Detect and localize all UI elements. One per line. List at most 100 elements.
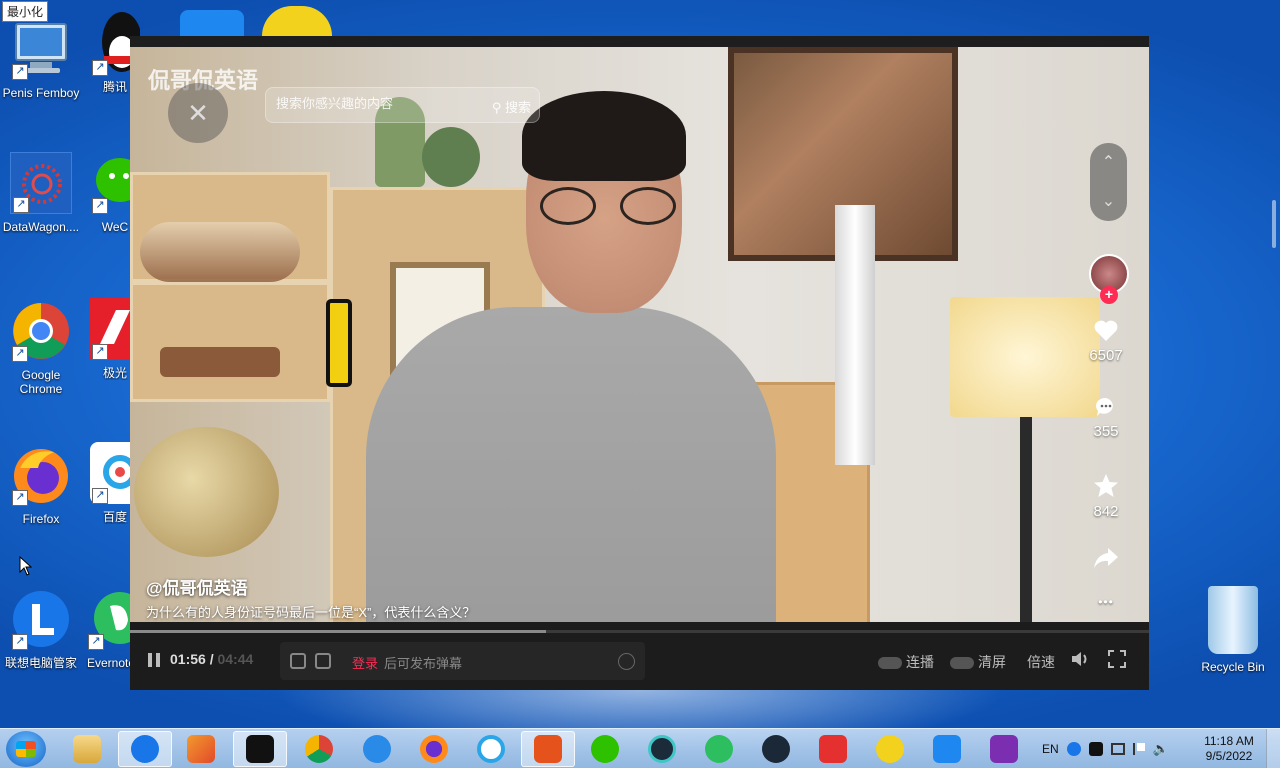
taskbar-evernote[interactable] <box>692 731 746 767</box>
volume-button[interactable] <box>1071 650 1091 671</box>
taskbar-network[interactable] <box>635 731 689 767</box>
feishu-desktop-icon[interactable] <box>180 10 244 36</box>
close-player-button[interactable]: ✕ <box>168 83 228 143</box>
mouse-cursor-icon <box>19 555 33 581</box>
plane-model-decor <box>160 347 280 377</box>
pause-button[interactable] <box>146 652 162 671</box>
time-separator: / <box>209 651 214 667</box>
heart-icon <box>1094 320 1118 341</box>
taskbar-chrome[interactable] <box>292 731 346 767</box>
tray-volume-icon[interactable]: 🔈 <box>1153 741 1169 757</box>
tray-tiktok-icon[interactable] <box>1088 742 1103 756</box>
shortcut-arrow-icon: ↗ <box>13 197 29 213</box>
total-time: 04:44 <box>217 651 254 667</box>
media-player-icon <box>187 735 215 763</box>
like-button[interactable]: 6507 <box>1083 319 1129 364</box>
firefox-icon <box>420 735 448 763</box>
desktop-icon-evernote[interactable]: ↗ Evernote <box>86 588 136 670</box>
taskbar-media-player[interactable] <box>174 731 228 767</box>
danmu-prompt: 后可发布弹幕 <box>384 656 463 671</box>
comment-button[interactable]: 355 <box>1083 395 1129 440</box>
follow-plus-icon[interactable]: + <box>1100 286 1118 304</box>
desktop-icon-datawagon[interactable]: ↗ DataWagon.... <box>2 152 80 234</box>
desktop-icon-lenovo-manager[interactable]: ↗ 联想电脑管家 <box>2 588 80 670</box>
author-name[interactable]: @侃哥侃英语 <box>146 574 248 599</box>
favorite-count: 842 <box>1093 503 1119 520</box>
desktop-icon-chrome[interactable]: ↗ Google Chrome <box>2 300 80 396</box>
volume-icon <box>1072 652 1087 666</box>
danmu-help-icon[interactable] <box>618 653 635 670</box>
desktop-icon-recycle-bin[interactable]: Recycle Bin <box>1196 586 1270 674</box>
person-hair <box>522 91 686 181</box>
desktop-icon-label: DataWagon.... <box>2 220 80 234</box>
desktop-icon-label: Recycle Bin <box>1201 660 1265 674</box>
clear-screen-switch <box>950 657 974 670</box>
more-dots-icon: ••• <box>1098 595 1114 609</box>
comment-count: 355 <box>1093 423 1119 440</box>
taskbar-pdf[interactable] <box>806 731 860 767</box>
fullscreen-button[interactable] <box>1108 650 1126 671</box>
taskbar-lenovo[interactable] <box>118 731 172 767</box>
danmu-login-link[interactable]: 登录 <box>352 653 378 672</box>
playback-speed-button[interactable]: 倍速 <box>1027 652 1055 672</box>
taskbar-steam[interactable] <box>749 731 803 767</box>
taskbar-file-explorer[interactable] <box>60 731 114 767</box>
taskbar-onenote[interactable] <box>977 731 1031 767</box>
taskbar-tiktok[interactable] <box>233 731 287 767</box>
taskbar-qq-music[interactable] <box>863 731 917 767</box>
computer-icon: ↗ <box>10 18 72 80</box>
video-description: 为什么有的人身份证号码最后一位是“X”，代表什么含义？ <box>146 605 476 620</box>
video-frame[interactable]: 侃哥侃英语 ✕ ⚲ 搜索 ⌃ ⌄ + 6507 355 842 <box>130 47 1149 657</box>
share-button[interactable] <box>1083 547 1129 573</box>
windows-logo-icon <box>16 741 36 757</box>
taskbar-feishu[interactable] <box>920 731 974 767</box>
tray-flag-icon[interactable] <box>1132 743 1145 755</box>
danmu-settings-icon[interactable] <box>290 653 306 669</box>
danmu-toggle-icon[interactable] <box>315 653 331 669</box>
more-button[interactable]: ••• <box>1083 595 1129 609</box>
player-title-bar <box>130 36 1149 47</box>
evernote-icon: ↗ <box>86 588 136 650</box>
taskbar-firefox[interactable] <box>407 731 461 767</box>
start-button[interactable] <box>6 731 46 767</box>
language-indicator[interactable]: EN <box>1042 742 1059 756</box>
system-clock[interactable]: 11:18 AM 9/5/2022 <box>1200 734 1258 764</box>
next-video-button[interactable]: ⌄ <box>1090 182 1127 221</box>
tray-network-icon[interactable] <box>1110 743 1125 755</box>
shortcut-arrow-icon: ↗ <box>12 634 28 650</box>
danmu-input-area[interactable]: 登录 后可发布弹幕 <box>280 642 645 680</box>
autoplay-toggle[interactable]: 连播 <box>878 652 934 672</box>
desktop-icon-label: Evernote <box>86 656 136 670</box>
shortcut-arrow-icon: ↗ <box>92 344 108 360</box>
previous-video-button[interactable]: ⌃ <box>1090 143 1127 182</box>
tray-lenovo-icon[interactable] <box>1066 742 1081 756</box>
clear-screen-label: 清屏 <box>978 654 1006 670</box>
network-icon <box>648 735 676 763</box>
clear-screen-toggle[interactable]: 清屏 <box>950 652 1006 672</box>
clock-date: 9/5/2022 <box>1205 749 1253 763</box>
taskbar-wechat[interactable] <box>578 731 632 767</box>
search-button[interactable]: ⚲ 搜索 <box>492 97 531 116</box>
taskbar-ie[interactable] <box>350 731 404 767</box>
search-input[interactable] <box>276 96 466 111</box>
shortcut-arrow-icon: ↗ <box>88 634 104 650</box>
chrome-icon <box>305 735 333 763</box>
side-yellow-tab[interactable] <box>326 299 352 387</box>
current-time: 01:56 <box>170 651 206 667</box>
taskbar-office[interactable] <box>521 731 575 767</box>
desktop-icon-firefox[interactable]: ↗ Firefox <box>2 444 80 526</box>
video-nav-control: ⌃ ⌄ <box>1090 143 1127 221</box>
search-bar[interactable]: ⚲ 搜索 <box>265 87 540 123</box>
desktop-icon-computer[interactable]: ↗ Penis Femboy <box>2 18 80 100</box>
taskbar: EN 🔈 11:18 AM 9/5/2022 <box>0 728 1280 768</box>
show-desktop-button[interactable] <box>1266 729 1280 768</box>
system-tray: EN 🔈 <box>1042 729 1169 768</box>
player-controls-bar: 01:56 / 04:44 登录 后可发布弹幕 连播 清屏 倍速 <box>130 622 1149 690</box>
progress-bar[interactable] <box>130 630 1149 633</box>
video-player-window[interactable]: 侃哥侃英语 ✕ ⚲ 搜索 ⌃ ⌄ + 6507 355 842 <box>130 36 1149 690</box>
taskbar-baidu-netdisk[interactable] <box>464 731 518 767</box>
glasses <box>540 187 680 227</box>
favorite-button[interactable]: 842 <box>1083 473 1129 520</box>
desktop-scroll-indicator <box>1272 200 1276 248</box>
firefox-icon: ↗ <box>10 444 72 506</box>
